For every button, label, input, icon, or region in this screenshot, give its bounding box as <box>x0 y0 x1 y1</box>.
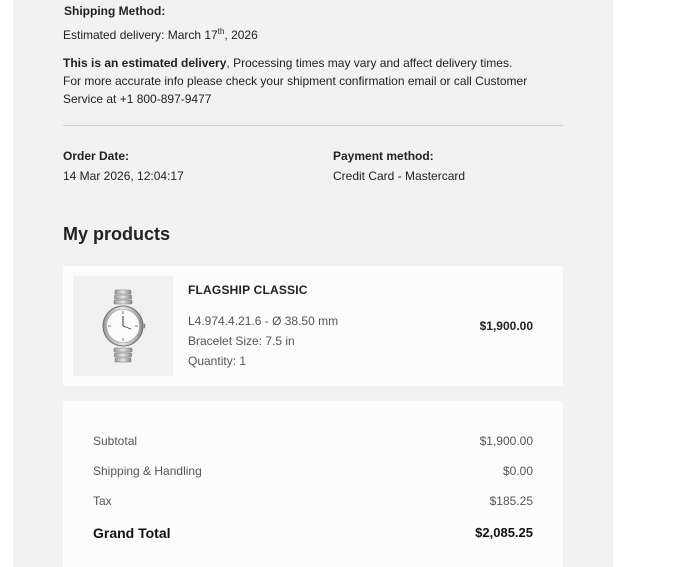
subtotal-value: $1,900.00 <box>479 434 533 448</box>
product-quantity: Quantity: 1 <box>188 354 247 368</box>
delivery-notice-line2: For more accurate info please check your… <box>63 74 528 88</box>
product-card: FLAGSHIP CLASSIC L4.974.4.21.6 - Ø 38.50… <box>63 266 563 386</box>
product-bracelet-size: Bracelet Size: 7.5 in <box>188 334 295 348</box>
watch-icon <box>102 289 146 363</box>
tax-label: Tax <box>93 494 112 508</box>
tax-row: Tax $185.25 <box>93 494 533 508</box>
shipping-method-label: Shipping Method: <box>64 4 166 18</box>
product-reference: L4.974.4.21.6 - Ø 38.50 mm <box>188 314 339 328</box>
product-name[interactable]: FLAGSHIP CLASSIC <box>188 283 308 297</box>
shipping-section: Shipping Method: Estimated delivery: Mar… <box>63 2 563 108</box>
subtotal-row: Subtotal $1,900.00 <box>93 434 533 448</box>
section-divider <box>63 125 563 126</box>
order-date-label: Order Date: <box>63 149 130 163</box>
watch-image[interactable] <box>73 276 173 376</box>
shipping-label: Shipping & Handling <box>93 464 202 478</box>
order-date-value: 14 Mar 2026, 12:04:17 <box>63 169 184 183</box>
my-products-heading: My products <box>63 224 171 244</box>
shipping-row: Shipping & Handling $0.00 <box>93 464 533 478</box>
product-price: $1,900.00 <box>479 319 533 333</box>
order-date-block: Order Date: 14 Mar 2026, 12:04:17 <box>63 147 184 185</box>
order-confirmation-panel: Shipping Method: Estimated delivery: Mar… <box>13 0 613 567</box>
payment-method-label: Payment method: <box>333 149 434 163</box>
grand-total-row: Grand Total $2,085.25 <box>93 525 533 541</box>
tax-value: $185.25 <box>489 494 533 508</box>
delivery-notice: This is an estimated delivery, Processin… <box>63 56 513 70</box>
delivery-notice-line3: Service at +1 800-897-9477 <box>63 92 212 106</box>
shipping-value: $0.00 <box>502 464 533 478</box>
subtotal-label: Subtotal <box>93 434 138 448</box>
order-summary: Subtotal $1,900.00 Shipping & Handling $… <box>63 401 563 567</box>
payment-method-value: Credit Card - Mastercard <box>333 169 466 183</box>
grand-total-value: $2,085.25 <box>475 525 533 540</box>
grand-total-label: Grand Total <box>93 525 171 541</box>
payment-method-block: Payment method: Credit Card - Mastercard <box>333 147 465 185</box>
estimated-delivery: Estimated delivery: March 17th, 2026 <box>63 27 258 43</box>
